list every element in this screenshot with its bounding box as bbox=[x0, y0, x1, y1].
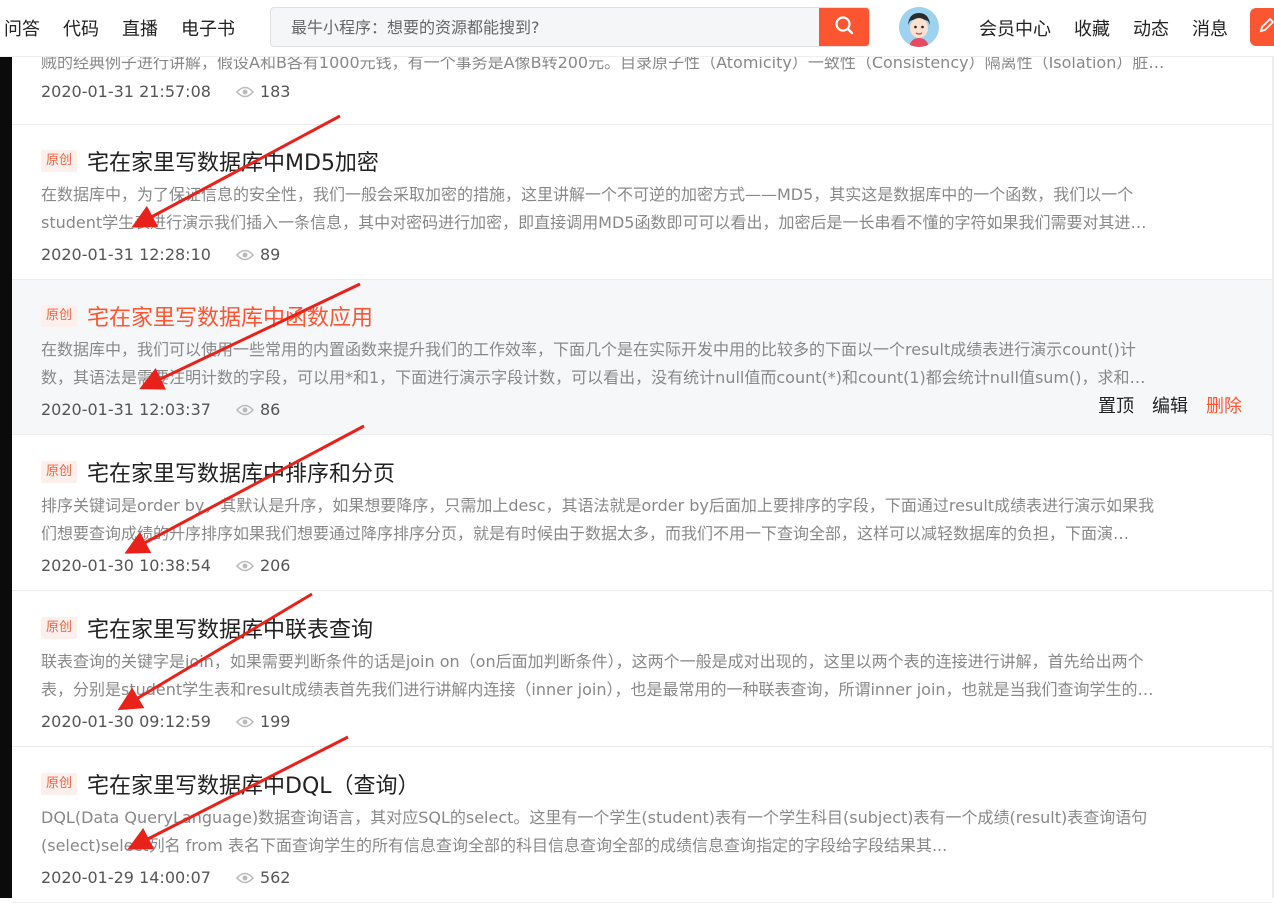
original-badge: 原创 bbox=[41, 461, 78, 483]
article-desc-line: student学生表进行演示我们插入一条信息，其中对密码进行加密，即直接调用MD… bbox=[41, 213, 1147, 232]
article-meta: 2020-01-31 21:57:08 183 bbox=[41, 82, 290, 101]
eye-icon bbox=[235, 560, 254, 572]
edit-button[interactable]: 编辑 bbox=[1152, 392, 1188, 418]
article-desc-line: 数，其语法是需要注明计数的字段，可以用*和1，下面进行演示字段计数，可以看出，没… bbox=[41, 368, 1146, 387]
article-date: 2020-01-31 12:28:10 bbox=[41, 245, 211, 264]
article-desc-line: 排序关键词是order by，其默认是升序，如果想要降序，只需加上desc，其语… bbox=[41, 496, 1155, 515]
nav-item-code[interactable]: 代码 bbox=[63, 15, 99, 41]
article-desc-line: 表，分别是student学生表和result成绩表首先我们进行讲解内连接（inn… bbox=[41, 680, 1154, 699]
article-desc-line: 在数据库中，我们可以使用一些常用的内置函数来提升我们的工作效率，下面几个是在实际… bbox=[41, 340, 1136, 359]
eye-icon bbox=[235, 716, 254, 728]
article-item[interactable]: 原创 宅在家里写数据库中MD5加密 在数据库中，为了保证信息的安全性，我们一般会… bbox=[12, 125, 1272, 280]
article-date: 2020-01-30 09:12:59 bbox=[41, 712, 211, 731]
search-input[interactable] bbox=[271, 8, 801, 46]
article-item[interactable]: 原创 宅在家里写数据库中排序和分页 排序关键词是order by，其默认是升序，… bbox=[12, 436, 1272, 591]
article-date: 2020-01-30 10:38:54 bbox=[41, 556, 211, 575]
article-views: 86 bbox=[259, 400, 281, 419]
eye-icon bbox=[235, 872, 254, 884]
search-button[interactable] bbox=[819, 8, 869, 46]
nav-item-live[interactable]: 直播 bbox=[122, 15, 158, 41]
article-title-row: 原创 宅在家里写数据库中DQL（查询） bbox=[41, 768, 420, 800]
pen-icon bbox=[1258, 16, 1274, 38]
article-title-row: 原创 宅在家里写数据库中MD5加密 bbox=[41, 145, 379, 177]
article-meta: 2020-01-30 10:38:54 206 bbox=[41, 556, 290, 575]
user-nav: 会员中心 收藏 动态 消息 bbox=[979, 0, 1251, 56]
article-title[interactable]: 宅在家里写数据库中函数应用 bbox=[87, 300, 373, 332]
article-title-row: 原创 宅在家里写数据库中联表查询 bbox=[41, 612, 373, 644]
article-title-row: 原创 宅在家里写数据库中排序和分页 bbox=[41, 456, 395, 488]
article-desc: 在数据库中，我们可以使用一些常用的内置函数来提升我们的工作效率，下面几个是在实际… bbox=[41, 336, 1246, 392]
avatar[interactable] bbox=[899, 7, 939, 47]
article-desc: 联表查询的关键字是join，如果需要判断条件的话是join on（on后面加判断… bbox=[41, 648, 1246, 704]
article-title[interactable]: 宅在家里写数据库中排序和分页 bbox=[87, 456, 395, 488]
nav-item-favorites[interactable]: 收藏 bbox=[1074, 15, 1110, 41]
article-views: 183 bbox=[259, 82, 291, 101]
eye-icon bbox=[235, 249, 254, 261]
article-desc-line: 联表查询的关键字是join，如果需要判断条件的话是join on（on后面加判断… bbox=[41, 652, 1144, 671]
article-meta: 2020-01-29 14:00:07 562 bbox=[41, 868, 290, 887]
article-title[interactable]: 宅在家里写数据库中DQL（查询） bbox=[87, 768, 420, 800]
delete-button[interactable]: 删除 bbox=[1206, 392, 1242, 418]
article-title-row: 原创 宅在家里写数据库中函数应用 bbox=[41, 300, 373, 332]
article-desc-line: 们想要查询成绩的升序排序如果我们想要通过降序排序分页，就是有时候由于数据太多，而… bbox=[41, 524, 1130, 543]
original-badge: 原创 bbox=[41, 150, 78, 172]
main-nav: 问答 代码 直播 电子书 bbox=[4, 0, 258, 56]
eye-icon bbox=[235, 404, 254, 416]
article-views: 199 bbox=[259, 712, 291, 731]
create-button[interactable] bbox=[1250, 8, 1274, 46]
article-views: 206 bbox=[259, 556, 291, 575]
nav-item-activity[interactable]: 动态 bbox=[1133, 15, 1169, 41]
article-views: 89 bbox=[259, 245, 281, 264]
original-badge: 原创 bbox=[41, 617, 78, 639]
article-item[interactable]: 原创 宅在家里写数据库中联表查询 联表查询的关键字是join，如果需要判断条件的… bbox=[12, 592, 1272, 747]
article-desc: DQL(Data QueryLanguage)数据查询语言，其对应SQL的sel… bbox=[41, 804, 1246, 860]
article-title[interactable]: 宅在家里写数据库中MD5加密 bbox=[87, 145, 379, 177]
article-item[interactable]: 原创 宅在家里写数据库中函数应用 在数据库中，我们可以使用一些常用的内置函数来提… bbox=[12, 280, 1272, 435]
original-badge: 原创 bbox=[41, 773, 78, 795]
article-views: 562 bbox=[259, 868, 291, 887]
article-desc-line: (select)select列名 from 表名下面查询学生的所有信息查询全部的… bbox=[41, 836, 948, 855]
nav-item-member-center[interactable]: 会员中心 bbox=[979, 15, 1051, 41]
partial-article[interactable]: 贼的经典例子进行讲解，假设A和B各有1000元钱，有一个事务是A像B转200元。… bbox=[12, 45, 1272, 125]
nav-item-messages[interactable]: 消息 bbox=[1192, 15, 1228, 41]
article-actions: 置顶 编辑 删除 bbox=[1080, 392, 1242, 418]
left-edge-dark-strip bbox=[0, 45, 12, 898]
original-badge: 原创 bbox=[41, 305, 78, 327]
article-item[interactable]: 原创 宅在家里写数据库中DQL（查询） DQL(Data QueryLangua… bbox=[12, 748, 1272, 903]
article-date: 2020-01-31 21:57:08 bbox=[41, 82, 211, 101]
search-icon bbox=[834, 15, 854, 39]
article-desc-line: 在数据库中，为了保证信息的安全性，我们一般会采取加密的措施，这里讲解一个不可逆的… bbox=[41, 185, 1134, 204]
nav-item-ebook[interactable]: 电子书 bbox=[181, 15, 235, 41]
article-desc: 在数据库中，为了保证信息的安全性，我们一般会采取加密的措施，这里讲解一个不可逆的… bbox=[41, 181, 1246, 237]
article-meta: 2020-01-31 12:28:10 89 bbox=[41, 245, 280, 264]
eye-icon bbox=[235, 86, 254, 98]
article-title[interactable]: 宅在家里写数据库中联表查询 bbox=[87, 612, 373, 644]
pin-top-button[interactable]: 置顶 bbox=[1098, 392, 1134, 418]
article-date: 2020-01-31 12:03:37 bbox=[41, 400, 211, 419]
article-meta: 2020-01-30 09:12:59 199 bbox=[41, 712, 290, 731]
article-meta: 2020-01-31 12:03:37 86 bbox=[41, 400, 280, 419]
article-desc: 排序关键词是order by，其默认是升序，如果想要降序，只需加上desc，其语… bbox=[41, 492, 1246, 548]
top-navbar: 问答 代码 直播 电子书 会员中心 收藏 动态 消息 bbox=[0, 0, 1274, 57]
nav-item-qa[interactable]: 问答 bbox=[4, 15, 40, 41]
search-box bbox=[270, 7, 870, 47]
article-date: 2020-01-29 14:00:07 bbox=[41, 868, 211, 887]
article-desc-line: DQL(Data QueryLanguage)数据查询语言，其对应SQL的sel… bbox=[41, 808, 1148, 827]
